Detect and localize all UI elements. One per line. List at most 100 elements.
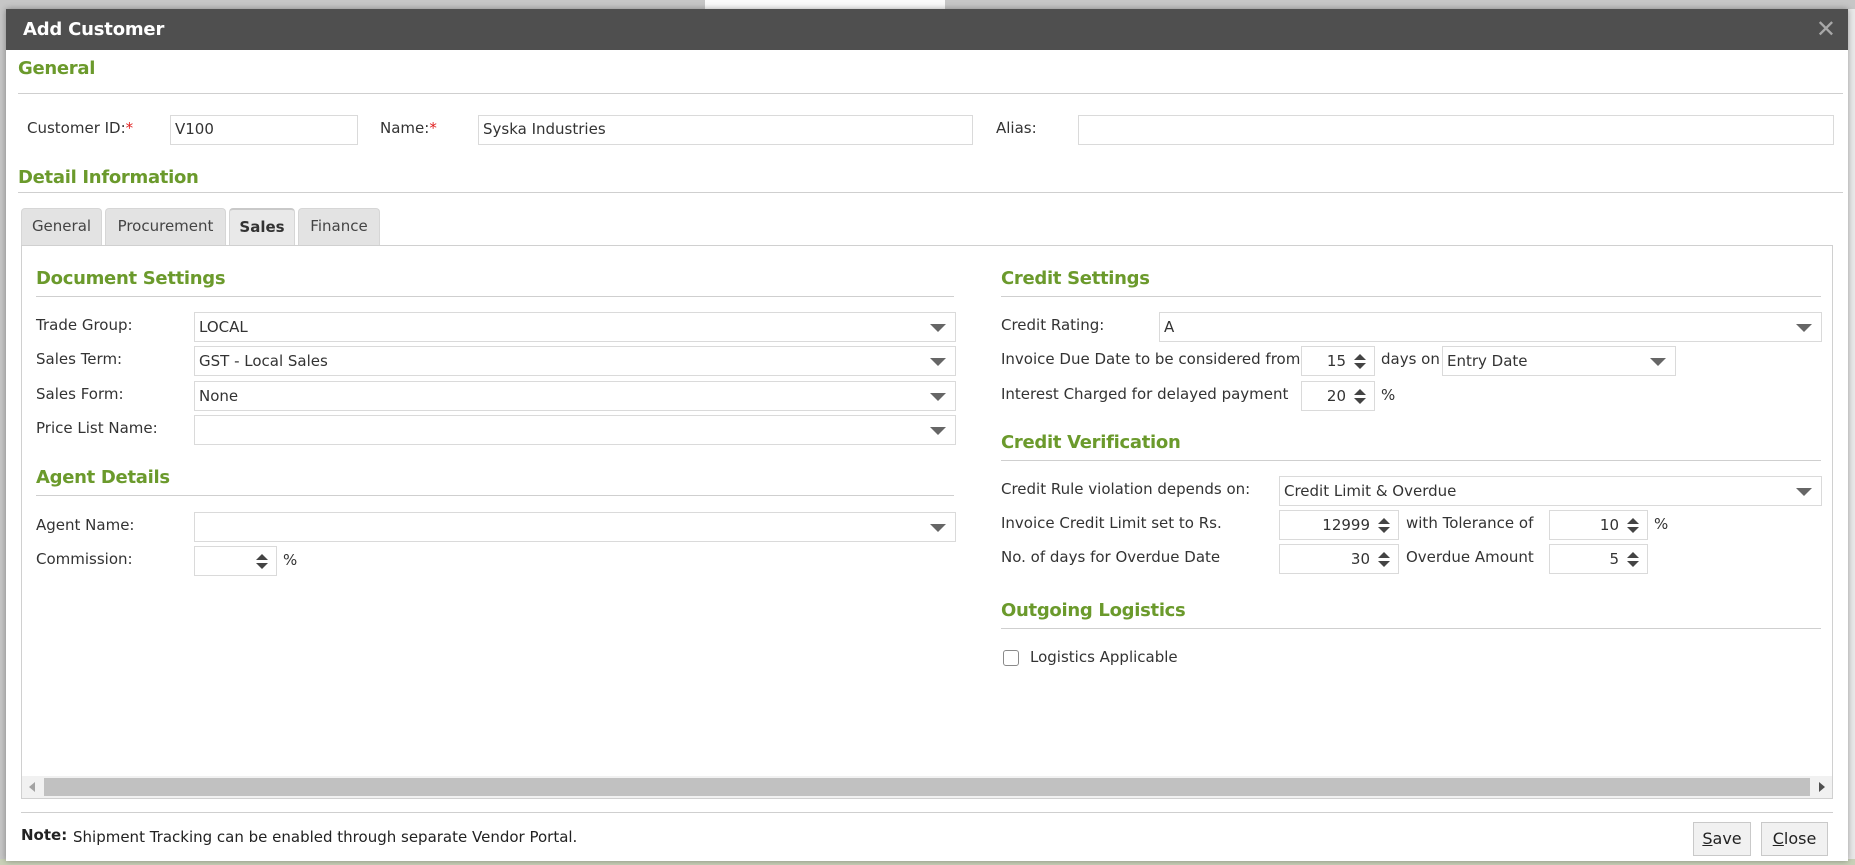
overdue-amount-label: Overdue Amount (1406, 548, 1534, 566)
sales-term-value: GST - Local Sales (199, 352, 328, 370)
commission-spinner[interactable] (194, 546, 277, 576)
detail-divider (18, 192, 1843, 193)
agent-details-divider (36, 495, 954, 496)
tab-procurement[interactable]: Procurement (105, 208, 226, 245)
chevron-down-icon (930, 358, 946, 366)
name-label: Name:* (380, 119, 437, 137)
tab-finance[interactable]: Finance (298, 208, 380, 245)
spinner-arrows-icon[interactable] (256, 554, 268, 570)
note-label: Note: (21, 826, 68, 844)
interest-spinner[interactable]: 20 (1301, 381, 1375, 411)
logistics-applicable-label[interactable]: Logistics Applicable (1030, 648, 1178, 666)
spinner-arrows-icon[interactable] (1354, 354, 1366, 370)
due-date-days-spinner[interactable]: 15 (1301, 346, 1375, 376)
note-text: Shipment Tracking can be enabled through… (73, 828, 578, 846)
due-date-days-value: 15 (1326, 352, 1346, 370)
overdue-amount-spinner[interactable]: 5 (1549, 544, 1648, 574)
commission-unit: % (283, 551, 298, 569)
outgoing-logistics-divider (1001, 628, 1821, 629)
chevron-down-icon (930, 324, 946, 332)
detail-information-heading: Detail Information (18, 167, 199, 188)
chevron-down-icon (1650, 358, 1666, 366)
trade-group-label: Trade Group: (36, 316, 133, 334)
background-page-edge (1848, 9, 1855, 865)
footer-divider (21, 812, 1833, 813)
overdue-days-value: 30 (1350, 550, 1370, 568)
days-on-label: days on (1381, 350, 1440, 368)
interest-value: 20 (1326, 387, 1346, 405)
overdue-days-spinner[interactable]: 30 (1279, 544, 1399, 574)
alias-label: Alias: (996, 119, 1037, 137)
document-settings-heading: Document Settings (36, 268, 226, 289)
name-input[interactable]: Syska Industries (478, 115, 973, 145)
tab-sales[interactable]: Sales (229, 208, 295, 246)
spinner-arrows-icon[interactable] (1354, 389, 1366, 405)
close-accelerator: C (1772, 829, 1784, 848)
spinner-arrows-icon[interactable] (1627, 552, 1639, 568)
add-customer-dialog: Add Customer ✕ General Customer ID:* V10… (6, 9, 1848, 861)
sales-form-value: None (199, 387, 239, 405)
chevron-down-icon (930, 427, 946, 435)
days-on-select[interactable]: Entry Date (1442, 346, 1676, 376)
due-date-label: Invoice Due Date to be considered from (1001, 350, 1301, 368)
sales-form-select[interactable]: None (194, 381, 956, 411)
trade-group-value: LOCAL (199, 318, 248, 336)
chevron-down-icon (1796, 324, 1812, 332)
chevron-down-icon (930, 393, 946, 401)
save-label: ave (1712, 829, 1742, 848)
credit-rule-value: Credit Limit & Overdue (1284, 482, 1457, 500)
tolerance-value: 10 (1599, 516, 1619, 534)
save-accelerator: S (1702, 829, 1713, 848)
scroll-right-arrow-icon[interactable] (1819, 782, 1825, 792)
tolerance-label: with Tolerance of (1406, 514, 1534, 532)
commission-label: Commission: (36, 550, 133, 568)
logistics-applicable-checkbox[interactable] (1003, 650, 1019, 666)
outgoing-logistics-heading: Outgoing Logistics (1001, 600, 1186, 621)
sales-form-label: Sales Form: (36, 385, 124, 403)
trade-group-select[interactable]: LOCAL (194, 312, 956, 342)
chevron-down-icon (930, 524, 946, 532)
credit-limit-label: Invoice Credit Limit set to Rs. (1001, 514, 1222, 532)
close-x-icon[interactable]: ✕ (1816, 15, 1836, 43)
spinner-arrows-icon[interactable] (1627, 518, 1639, 534)
interest-label: Interest Charged for delayed payment (1001, 385, 1289, 403)
credit-rule-label: Credit Rule violation depends on: (1001, 480, 1251, 498)
close-label: lose (1783, 829, 1817, 848)
required-marker: * (125, 119, 134, 137)
save-button[interactable]: Save (1693, 822, 1751, 856)
price-list-select[interactable] (194, 415, 956, 445)
document-settings-divider (36, 296, 954, 297)
sales-tab-panel: Document Settings Trade Group: LOCAL Sal… (21, 245, 1833, 799)
general-heading: General (18, 58, 96, 79)
sales-term-label: Sales Term: (36, 350, 123, 368)
tolerance-unit: % (1654, 515, 1669, 533)
credit-verification-heading: Credit Verification (1001, 432, 1181, 453)
scroll-left-arrow-icon[interactable] (29, 782, 35, 792)
agent-details-heading: Agent Details (36, 467, 170, 488)
customer-id-input[interactable]: V100 (170, 115, 358, 145)
required-marker: * (429, 119, 437, 137)
horizontal-scrollbar[interactable] (22, 776, 1832, 798)
alias-input[interactable] (1078, 115, 1834, 145)
credit-verification-divider (1001, 460, 1821, 461)
days-on-value: Entry Date (1447, 352, 1528, 370)
dialog-header: Add Customer ✕ (6, 9, 1848, 50)
close-button[interactable]: Close (1761, 822, 1828, 856)
credit-rating-select[interactable]: A (1159, 312, 1822, 342)
overdue-days-label: No. of days for Overdue Date (1001, 548, 1221, 566)
scrollbar-thumb[interactable] (44, 778, 1810, 796)
credit-rule-select[interactable]: Credit Limit & Overdue (1279, 476, 1822, 506)
spinner-arrows-icon[interactable] (1378, 518, 1390, 534)
spinner-arrows-icon[interactable] (1378, 552, 1390, 568)
credit-limit-spinner[interactable]: 12999 (1279, 510, 1399, 540)
chevron-down-icon (1796, 488, 1812, 496)
credit-settings-divider (1001, 296, 1821, 297)
overdue-amount-value: 5 (1609, 550, 1619, 568)
agent-name-select[interactable] (194, 512, 956, 542)
price-list-label: Price List Name: (36, 419, 158, 437)
agent-name-label: Agent Name: (36, 516, 135, 534)
tab-general[interactable]: General (21, 208, 102, 245)
background-browser-tab (705, 0, 945, 9)
tolerance-spinner[interactable]: 10 (1549, 510, 1648, 540)
sales-term-select[interactable]: GST - Local Sales (194, 346, 956, 376)
